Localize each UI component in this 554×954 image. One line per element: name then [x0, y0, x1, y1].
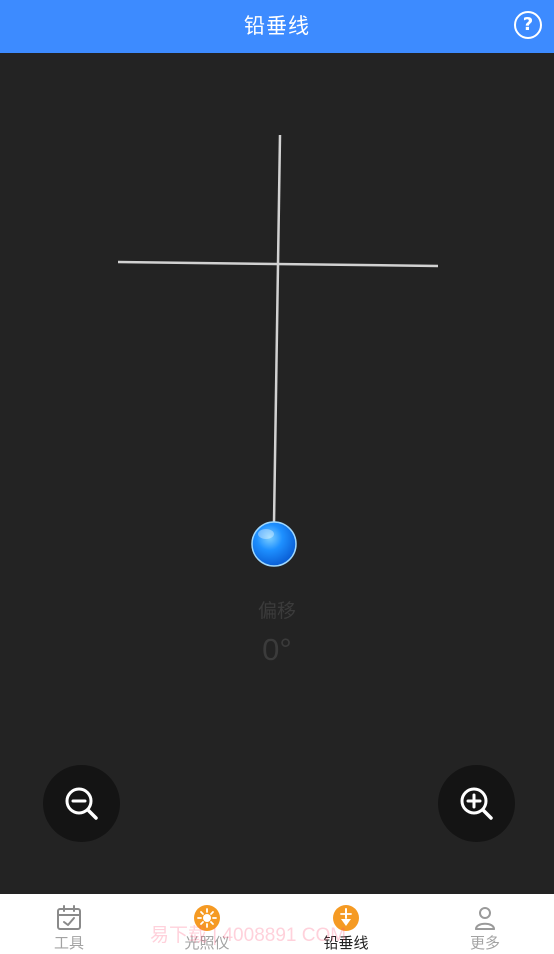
app-screen: 铅垂线 ? 偏移 0° 工具 光照仪 铅垂线 更多 易下载 | 4008891 …	[0, 0, 554, 954]
tab-label-more: 更多	[469, 934, 500, 952]
plumb-string	[272, 134, 282, 524]
tab-label-plumb-line: 铅垂线	[323, 934, 369, 952]
tab-label-tools: 工具	[53, 934, 84, 952]
zoom-out-button[interactable]	[43, 765, 120, 842]
sun-icon	[194, 905, 220, 931]
zoom-out-icon	[65, 787, 98, 820]
plumb-bob	[251, 521, 297, 567]
help-button[interactable]: ?	[514, 11, 542, 39]
plumb-bob-highlight	[258, 529, 274, 539]
tab-label-light-meter: 光照仪	[184, 934, 230, 952]
offset-label: 偏移	[257, 600, 296, 622]
tab-light-meter[interactable]: 光照仪	[138, 894, 276, 954]
page-title: 铅垂线	[244, 14, 310, 38]
calendar-check-icon	[57, 905, 81, 930]
zoom-in-icon	[460, 787, 493, 820]
tab-more[interactable]: 更多	[416, 894, 554, 954]
bottom-tab-bar: 工具 光照仪 铅垂线 更多	[0, 894, 554, 954]
person-icon	[475, 907, 495, 930]
plumb-icon	[333, 905, 359, 931]
zoom-in-button[interactable]	[438, 765, 515, 842]
tab-tools[interactable]: 工具	[0, 894, 138, 954]
tab-plumb-line[interactable]: 铅垂线	[277, 894, 415, 954]
title-bar: 铅垂线 ?	[0, 0, 554, 53]
offset-value: 0°	[262, 632, 292, 667]
